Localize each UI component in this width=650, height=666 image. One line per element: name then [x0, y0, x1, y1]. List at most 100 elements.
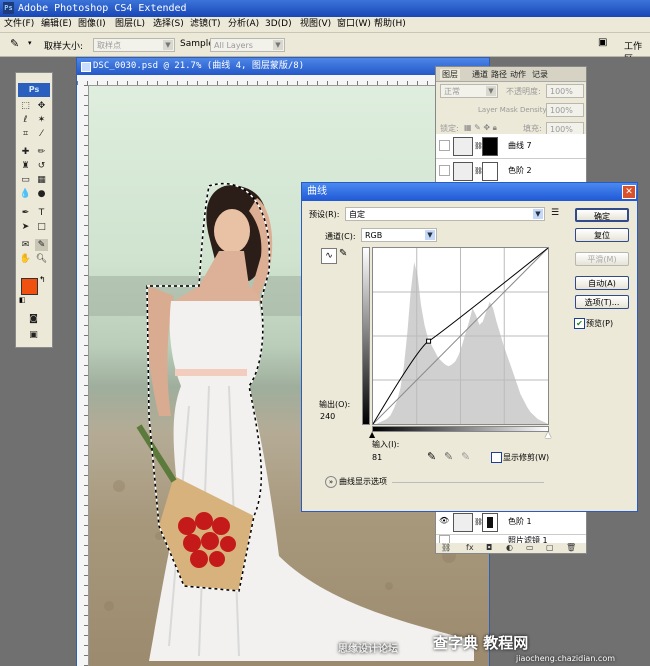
curve-control-point[interactable] — [426, 338, 432, 344]
layer-mask-thumbnail[interactable] — [482, 162, 498, 181]
notes-tool-icon[interactable]: ✉ — [19, 239, 32, 251]
white-eyedropper-icon[interactable]: ✎ — [461, 450, 470, 463]
tab-actions[interactable]: 动作 — [510, 69, 526, 80]
auto-button[interactable]: 自动(A) — [575, 276, 629, 290]
swap-colors-icon[interactable]: ↰ — [39, 275, 46, 284]
curves-title-bar[interactable]: 曲线 — [302, 183, 637, 201]
pen-tool-icon[interactable]: ✒ — [19, 207, 32, 219]
blur-tool-icon[interactable]: 💧 — [19, 188, 32, 200]
layer-mask-thumbnail[interactable] — [482, 137, 498, 156]
visibility-toggle[interactable] — [439, 140, 450, 151]
type-tool-icon[interactable]: T — [35, 207, 48, 219]
black-eyedropper-icon[interactable]: ✎ — [427, 450, 436, 463]
close-icon[interactable]: ✕ — [622, 185, 636, 199]
menu-layer[interactable]: 图层(L) — [115, 18, 145, 31]
group-icon[interactable]: ▭ — [526, 543, 534, 553]
shape-tool-icon[interactable]: □ — [35, 221, 48, 233]
curves-title: 曲线 — [307, 186, 327, 197]
display-options-label[interactable]: 曲线显示选项 — [339, 477, 387, 487]
dodge-tool-icon[interactable]: ● — [35, 188, 48, 200]
eye-icon[interactable]: 👁︎ — [439, 516, 449, 525]
lasso-tool-icon[interactable]: ℓ — [19, 114, 32, 126]
menu-window[interactable]: 窗口(W) — [337, 18, 371, 31]
menu-filter[interactable]: 滤镜(T) — [190, 18, 221, 31]
move-tool-icon[interactable]: ✥ — [35, 100, 48, 112]
eyedropper-icon[interactable]: ✎ — [10, 37, 19, 50]
brush-tool-icon[interactable]: ✏ — [35, 146, 48, 158]
menu-view[interactable]: 视图(V) — [300, 18, 331, 31]
layer-row[interactable]: ⛓ 曲线 7 — [436, 134, 586, 159]
history-brush-icon[interactable]: ↺ — [35, 160, 48, 172]
smooth-button[interactable]: 平滑(M) — [575, 252, 629, 266]
tool-preset-arrow-icon[interactable]: ▾ — [28, 39, 32, 47]
marquee-tool-icon[interactable]: ⬚ — [19, 100, 32, 112]
layer-row[interactable]: 👁︎ ⛓ 色阶 1 — [436, 510, 586, 535]
screen-mode-icon[interactable]: ▣ — [27, 329, 40, 341]
menu-image[interactable]: 图像(I) — [78, 18, 106, 31]
clone-stamp-icon[interactable]: ♜ — [19, 160, 32, 172]
menu-3d[interactable]: 3D(D) — [265, 18, 292, 31]
document-title: DSC_0030.psd @ 21.7% (曲线 4, 图层蒙版/8) — [93, 61, 305, 71]
magic-wand-icon[interactable]: ✶ — [35, 114, 48, 126]
link-layers-icon[interactable]: ⛓ — [441, 543, 451, 553]
input-value[interactable]: 81 — [372, 453, 382, 463]
expand-options-icon[interactable]: » — [325, 476, 337, 488]
show-clipping-checkbox[interactable] — [491, 452, 502, 463]
black-point-slider-icon[interactable]: ▲ — [369, 430, 375, 439]
mask-density-field[interactable]: 100% — [546, 103, 584, 117]
default-colors-icon[interactable]: ◧ — [19, 296, 26, 304]
tab-layers[interactable]: 图层 — [440, 69, 460, 80]
tab-paths[interactable]: 路径 — [491, 69, 507, 80]
add-mask-icon[interactable]: ◘ — [486, 543, 492, 553]
options-button[interactable]: 选项(T)... — [575, 295, 629, 309]
opacity-field[interactable]: 100% — [546, 84, 584, 98]
layer-mask-thumbnail[interactable] — [482, 513, 498, 532]
adjustment-layer-icon[interactable]: ◐ — [506, 543, 513, 553]
quick-mask-icon[interactable]: ◙ — [27, 313, 40, 325]
menu-analysis[interactable]: 分析(A) — [228, 18, 259, 31]
lock-icons[interactable]: ▦ ✎ ✥ 🔒︎ — [464, 123, 497, 133]
output-gradient-bar — [362, 247, 370, 425]
layer-row[interactable]: ⛓ 色阶 2 — [436, 159, 586, 184]
tab-channels[interactable]: 通道 — [472, 69, 488, 80]
trash-icon[interactable]: 🗑︎ — [566, 543, 576, 553]
menu-edit[interactable]: 编辑(E) — [41, 18, 72, 31]
eyedropper-tool-icon[interactable]: ✎ — [35, 239, 48, 251]
slice-tool-icon[interactable]: ⁄ — [35, 128, 48, 140]
document-title-bar[interactable]: DSC_0030.psd @ 21.7% (曲线 4, 图层蒙版/8) — [77, 58, 489, 75]
hand-tool-icon[interactable]: ✋ — [19, 253, 32, 265]
chevron-down-icon: ▼ — [533, 209, 543, 219]
preview-checkbox[interactable]: ✔ — [574, 318, 585, 329]
ok-button[interactable]: 确定 — [575, 208, 629, 222]
layer-name: 色阶 2 — [508, 166, 532, 175]
menu-help[interactable]: 帮助(H) — [374, 18, 406, 31]
new-layer-icon[interactable]: ▢ — [546, 543, 554, 553]
white-point-slider-icon[interactable]: ▲ — [545, 430, 551, 439]
sample-layers-select[interactable]: All Layers ▼ — [210, 38, 285, 52]
gradient-tool-icon[interactable]: ▦ — [35, 174, 48, 186]
reset-button[interactable]: 复位 — [575, 228, 629, 242]
channel-select[interactable]: RGB ▼ — [361, 228, 437, 242]
foreground-color-swatch[interactable] — [21, 278, 38, 295]
output-value[interactable]: 240 — [320, 412, 335, 422]
path-selection-icon[interactable]: ➤ — [19, 221, 32, 233]
curve-edit-icon[interactable]: ∿ — [321, 248, 337, 264]
preset-select[interactable]: 自定 ▼ — [345, 207, 545, 221]
healing-brush-icon[interactable]: ✚ — [19, 146, 32, 158]
curves-graph[interactable] — [372, 247, 549, 425]
sample-size-select[interactable]: 取样点 ▼ — [93, 38, 175, 52]
gray-eyedropper-icon[interactable]: ✎ — [444, 450, 453, 463]
blend-mode-select[interactable]: 正常 ▼ — [440, 84, 498, 98]
workspace-icon[interactable]: ▣ — [598, 37, 607, 48]
sample-layers-value: All Layers — [214, 41, 253, 50]
zoom-tool-icon[interactable]: 🔍︎ — [35, 253, 48, 265]
tab-history[interactable]: 记录 — [532, 69, 548, 80]
menu-file[interactable]: 文件(F) — [4, 18, 34, 31]
menu-select[interactable]: 选择(S) — [153, 18, 184, 31]
eraser-tool-icon[interactable]: ▭ — [19, 174, 32, 186]
crop-tool-icon[interactable]: ⌗ — [19, 128, 32, 140]
visibility-toggle[interactable] — [439, 165, 450, 176]
fx-icon[interactable]: fx — [466, 543, 474, 553]
preset-options-icon[interactable]: ☰ — [551, 208, 559, 218]
pencil-icon[interactable]: ✎ — [339, 248, 347, 259]
